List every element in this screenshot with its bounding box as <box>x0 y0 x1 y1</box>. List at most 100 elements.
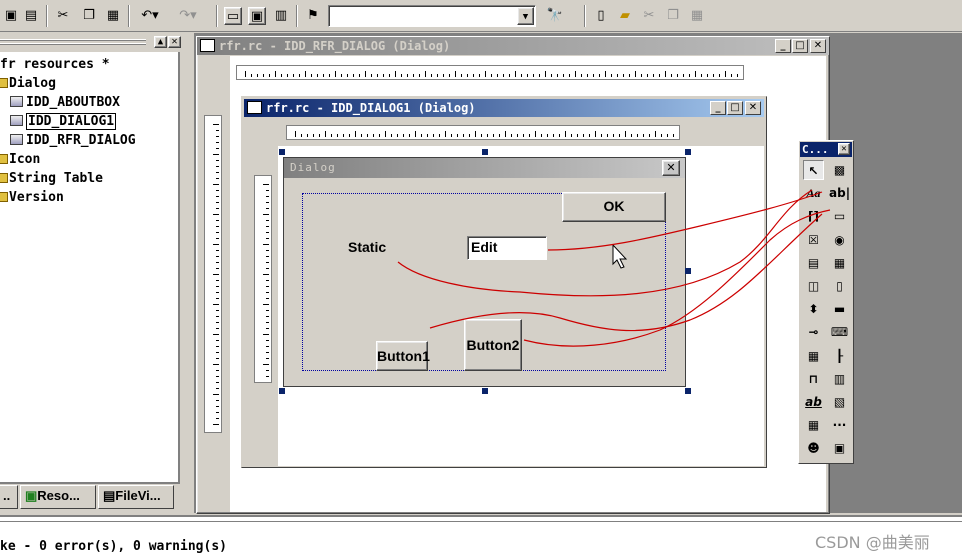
find-combo[interactable]: ▼ <box>328 5 536 27</box>
resize-handle[interactable] <box>482 388 488 394</box>
ruler-tick <box>266 310 269 311</box>
tool-check-box-icon[interactable]: ☒ <box>803 230 824 250</box>
button2-control[interactable]: Button2 <box>464 319 522 371</box>
tool-progress-icon[interactable]: ▬ <box>829 299 850 319</box>
tree-folder-icon[interactable]: Icon <box>0 151 40 169</box>
tool-ip-address-icon[interactable]: ··· <box>829 415 850 435</box>
tree-folder-version[interactable]: Version <box>0 189 64 207</box>
tool-picture-icon[interactable]: ▩ <box>829 160 850 180</box>
maximize-icon[interactable]: □ <box>792 39 808 53</box>
tree-root[interactable]: fr resources * <box>0 56 110 74</box>
tool-spin-icon[interactable]: ⬍ <box>803 299 824 319</box>
tool-edit-box-icon[interactable]: ab| <box>829 183 850 203</box>
static-text-control[interactable]: Static <box>348 239 386 255</box>
tree-item-label: IDD_ABOUTBOX <box>26 95 120 110</box>
close-icon[interactable]: ✕ <box>745 101 761 115</box>
maximize-pane-icon[interactable]: ▲ <box>154 36 167 48</box>
open-icon[interactable]: ▰ <box>616 7 634 25</box>
close-icon[interactable]: ✕ <box>168 36 181 48</box>
tree-item-idd-dialog1[interactable]: IDD_DIALOG1 <box>10 113 117 131</box>
window-titlebar[interactable]: rfr.rc - IDD_RFR_DIALOG (Dialog) _ □ ✕ <box>197 37 829 55</box>
ok-button[interactable]: OK <box>562 192 666 222</box>
paste-icon[interactable]: ▦ <box>688 7 706 25</box>
new-icon[interactable]: ▯ <box>592 7 610 25</box>
ruler-tick <box>731 74 732 77</box>
tree-folder-string-table[interactable]: String Table <box>0 170 103 188</box>
output-grip[interactable] <box>0 519 962 522</box>
ruler-tick <box>379 134 380 137</box>
copy-icon[interactable]: ❐ <box>664 7 682 25</box>
workspace-grip[interactable]: ▲ ✕ <box>0 35 184 49</box>
ruler-tick <box>701 74 702 77</box>
tree-item-idd-rfr-dialog[interactable]: IDD_RFR_DIALOG <box>10 132 136 150</box>
paste-icon[interactable]: ▦ <box>104 7 122 25</box>
close-icon[interactable]: ✕ <box>662 160 680 176</box>
ruler-tick <box>266 280 269 281</box>
ruler-tick <box>216 376 219 377</box>
resize-handle[interactable] <box>279 149 285 155</box>
resource-tree[interactable]: fr resources * Dialog IDD_ABOUTBOX IDD_D… <box>0 52 180 484</box>
cut-icon[interactable]: ✂ <box>54 7 72 25</box>
resize-handle[interactable] <box>685 388 691 394</box>
tab-fileview[interactable]: ▤FileVi... <box>98 485 174 509</box>
minimize-icon[interactable]: _ <box>775 39 791 53</box>
save-all-icon[interactable]: ▤ <box>22 7 40 25</box>
controls-toolbox-title[interactable]: C... ✕ <box>800 142 852 157</box>
cut-icon[interactable]: ✂ <box>640 7 658 25</box>
workspace-icon[interactable]: ▭ <box>224 7 242 25</box>
button1-control[interactable]: Button1 <box>376 341 430 371</box>
window-titlebar[interactable]: rfr.rc - IDD_DIALOG1 (Dialog) _ □ ✕ <box>244 99 764 117</box>
redo-icon[interactable]: ↷▾ <box>174 7 202 25</box>
ruler-tick <box>517 134 518 137</box>
tool-tab-control-icon[interactable]: ⊓ <box>803 369 824 389</box>
copy-icon[interactable]: ❐ <box>80 7 98 25</box>
tool-date-time-icon[interactable]: ▧ <box>829 392 850 412</box>
tool-hot-key-icon[interactable]: ⌨ <box>829 322 850 342</box>
save-icon[interactable]: ▣ <box>2 7 20 25</box>
tool-list-control-icon[interactable]: ▦ <box>803 346 824 366</box>
resize-handle[interactable] <box>685 149 691 155</box>
tool-group-box-icon[interactable]: ⌈⌉ <box>803 206 824 226</box>
tool-static-text-icon[interactable]: Aa <box>803 183 824 203</box>
undo-icon[interactable]: ↶▾ <box>136 7 164 25</box>
ruler-tick <box>355 131 356 137</box>
tab-classview[interactable]: .. <box>0 485 18 509</box>
tool-custom-control-icon[interactable]: ☻ <box>803 438 824 458</box>
tool-vertical-scrollbar-icon[interactable]: ▯ <box>829 276 850 296</box>
minimize-icon[interactable]: _ <box>710 101 726 115</box>
resize-handle[interactable] <box>685 268 691 274</box>
chevron-down-icon[interactable]: ▼ <box>517 7 534 25</box>
tree-item-idd-aboutbox[interactable]: IDD_ABOUTBOX <box>10 94 120 112</box>
tool-combo-box-icon[interactable]: ▤ <box>803 253 824 273</box>
maximize-icon[interactable]: □ <box>727 101 743 115</box>
tool-pointer-icon[interactable]: ↖ <box>803 160 824 180</box>
tool-list-box-icon[interactable]: ▦ <box>829 253 850 273</box>
resize-handle[interactable] <box>279 388 285 394</box>
toolbar-separator <box>296 5 298 27</box>
find-icon[interactable]: 🔭 <box>546 7 564 25</box>
ruler-tick <box>659 74 660 77</box>
ruler-tick <box>599 74 600 77</box>
find-in-files-icon[interactable]: ⚑ <box>304 7 322 25</box>
edit-control[interactable]: Edit <box>467 236 547 260</box>
close-icon[interactable]: ✕ <box>810 39 826 53</box>
output-icon[interactable]: ▣ <box>248 7 266 25</box>
resize-handle[interactable] <box>482 149 488 155</box>
tool-button-icon[interactable]: ▭ <box>829 206 850 226</box>
tool-month-calendar-icon[interactable]: ▦ <box>803 415 824 435</box>
tool-animate-icon[interactable]: ▥ <box>829 369 850 389</box>
ruler-tick <box>213 154 219 155</box>
ruler-tick <box>367 134 368 137</box>
tool-tree-control-icon[interactable]: ┠ <box>829 346 850 366</box>
tree-folder-dialog[interactable]: Dialog <box>0 75 56 93</box>
tool-rich-edit-icon[interactable]: ab <box>803 392 824 412</box>
ruler-tick <box>216 388 219 389</box>
tab-resourceview[interactable]: ▣Reso... <box>20 485 96 509</box>
window-list-icon[interactable]: ▥ <box>272 7 290 25</box>
close-icon[interactable]: ✕ <box>838 143 850 155</box>
tool-horizontal-scrollbar-icon[interactable]: ◫ <box>803 276 824 296</box>
tool-extended-combo-icon[interactable]: ▣ <box>829 438 850 458</box>
ruler-tick <box>266 322 269 323</box>
tool-slider-icon[interactable]: ⊸ <box>803 322 824 342</box>
tool-radio-button-icon[interactable]: ◉ <box>829 230 850 250</box>
